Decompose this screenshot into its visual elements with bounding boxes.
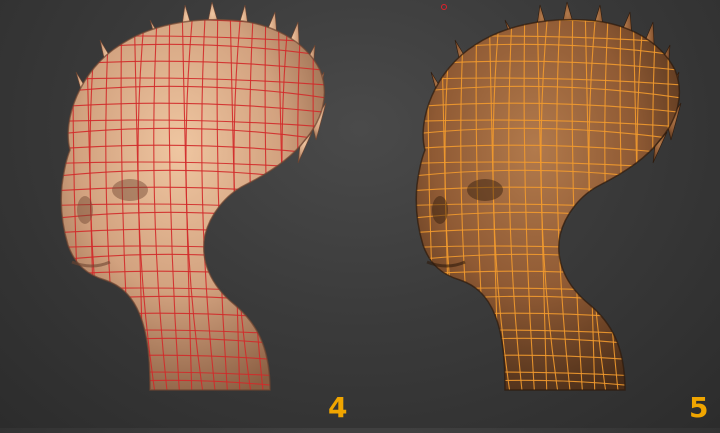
step-label-4: 4: [328, 391, 348, 424]
step-label-5: 5: [689, 391, 709, 424]
brow-shadow: [77, 196, 93, 224]
sculpt-viewport[interactable]: 4 5: [0, 0, 720, 428]
eye-socket: [112, 179, 148, 201]
wire-column: [326, 0, 336, 400]
wire-row: [40, 2, 340, 16]
wire-column: [397, 0, 415, 400]
wire-row: [395, 2, 695, 16]
sculpt-model-left[interactable]: [40, 0, 340, 400]
brush-cursor-icon: [441, 4, 447, 10]
viewport-canvas: [40, 0, 695, 400]
wire-column: [42, 0, 60, 400]
eye-socket: [467, 179, 503, 201]
wire-column: [681, 0, 691, 400]
sculpt-model-right[interactable]: [395, 0, 695, 400]
brow-shadow: [432, 196, 448, 224]
